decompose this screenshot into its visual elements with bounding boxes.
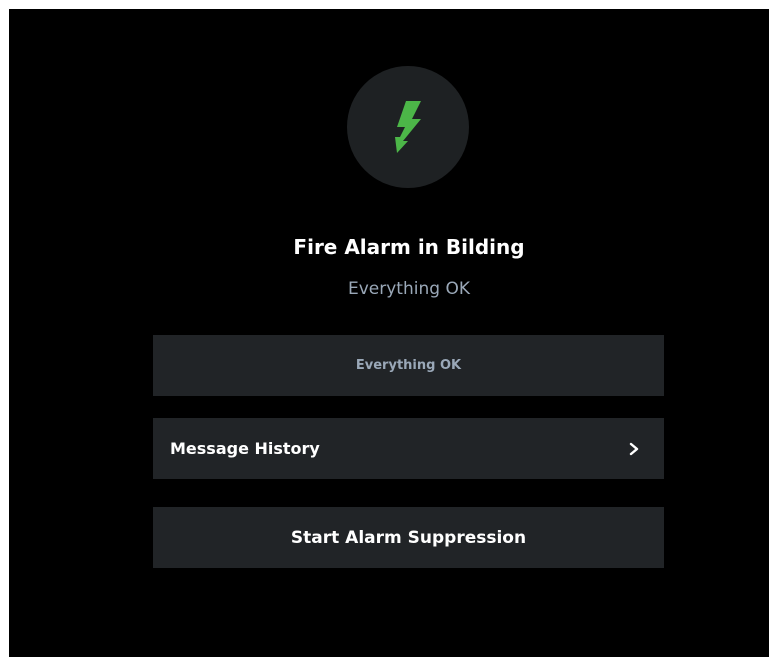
chevron-right-icon — [629, 442, 639, 455]
alarm-panel: Fire Alarm in Bilding Everything OK Ever… — [9, 9, 769, 657]
start-alarm-suppression-button[interactable]: Start Alarm Suppression — [153, 507, 664, 568]
message-history-label: Message History — [170, 439, 320, 458]
status-box-text: Everything OK — [355, 358, 462, 373]
device-status-text: Everything OK — [348, 279, 470, 299]
lightning-bolt-icon — [395, 101, 421, 153]
start-alarm-suppression-label: Start Alarm Suppression — [290, 527, 527, 548]
status-box: Everything OK — [153, 335, 664, 396]
device-icon-circle — [347, 66, 469, 188]
message-history-button[interactable]: Message History — [153, 418, 664, 479]
device-title: Fire Alarm in Bilding — [293, 235, 525, 259]
